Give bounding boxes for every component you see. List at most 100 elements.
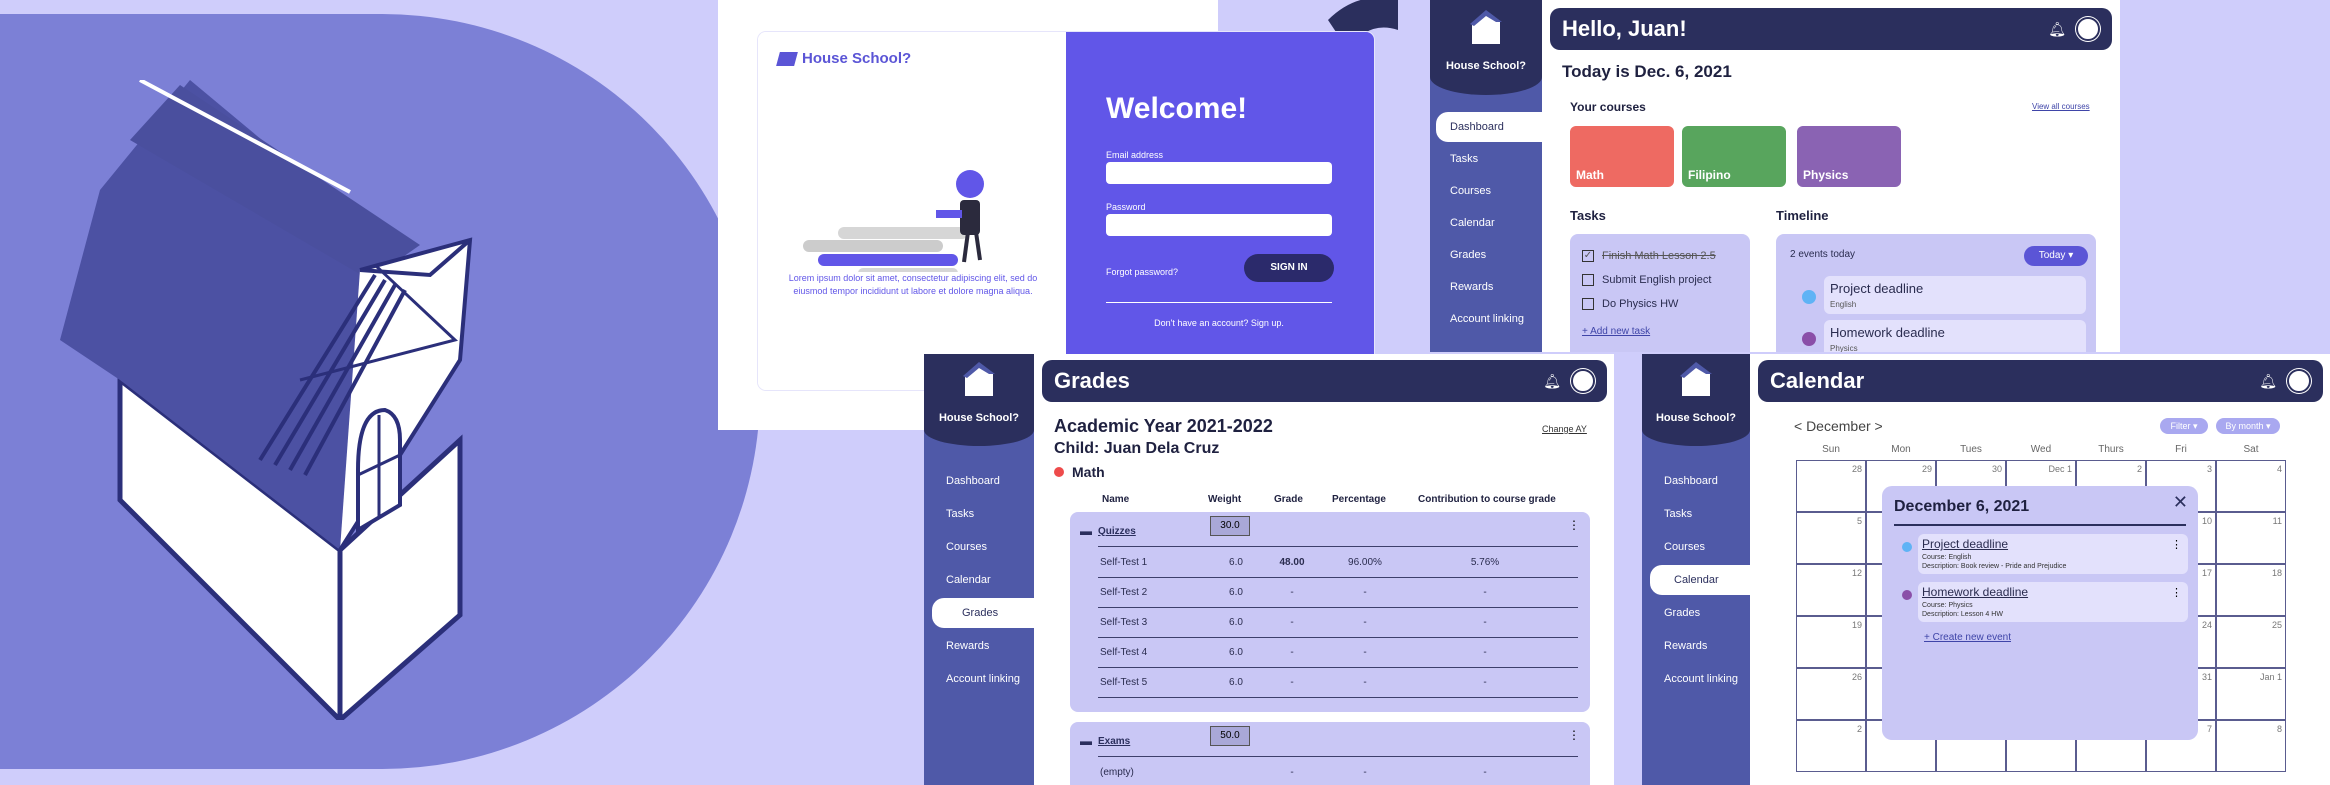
table-cell: 5.76%: [1470, 557, 1500, 568]
sidebar-item-grades[interactable]: Grades: [1436, 240, 1542, 270]
more-vert-icon[interactable]: ⋮: [1568, 728, 1580, 742]
sign-in-button[interactable]: SIGN IN: [1244, 254, 1334, 282]
group-header[interactable]: ▬ Quizzes: [1080, 524, 1136, 538]
sidebar-item-account-linking[interactable]: Account linking: [1650, 664, 1750, 694]
change-ay-link[interactable]: Change AY: [1542, 424, 1587, 434]
password-field[interactable]: [1106, 214, 1332, 236]
bell-icon[interactable]: 🔔︎: [1543, 373, 1561, 390]
divider: [1106, 302, 1332, 303]
calendar-day-cell[interactable]: 19: [1796, 616, 1866, 668]
calendar-day-cell[interactable]: 8: [2216, 720, 2286, 772]
task-item[interactable]: ✓ Finish Math Lesson 2.5: [1582, 250, 1716, 262]
event-item[interactable]: Project deadline Course: English Descrip…: [1918, 534, 2188, 574]
checkbox-icon[interactable]: [1582, 298, 1594, 310]
avatar[interactable]: [2076, 17, 2100, 41]
sidebar-item-tasks[interactable]: Tasks: [932, 499, 1034, 529]
calendar-day-cell[interactable]: 4: [2216, 460, 2286, 512]
table-cell: 6.0: [1229, 617, 1243, 628]
table-row: (empty) - - -: [1098, 758, 1578, 785]
checkbox-checked-icon[interactable]: ✓: [1582, 250, 1594, 262]
view-mode-dropdown[interactable]: By month ▾: [2216, 418, 2280, 434]
forgot-password-link[interactable]: Forgot password?: [1106, 267, 1178, 277]
avatar[interactable]: [1571, 369, 1595, 393]
weekday-label: Thurs: [2098, 444, 2124, 455]
sidebar-item-account-linking[interactable]: Account linking: [932, 664, 1034, 694]
welcome-heading: Welcome!: [1106, 92, 1248, 125]
table-cell: -: [1290, 767, 1294, 778]
calendar-day-cell[interactable]: 25: [2216, 616, 2286, 668]
more-vert-icon[interactable]: ⋮: [2171, 586, 2182, 599]
login-form-panel: Welcome! Email address Password Forgot p…: [1066, 32, 1374, 390]
sign-up-link[interactable]: Don't have an account? Sign up.: [1106, 318, 1332, 328]
house-logo-icon: [776, 51, 798, 66]
checkbox-icon[interactable]: [1582, 274, 1594, 286]
add-task-link[interactable]: + Add new task: [1582, 326, 1650, 337]
table-cell: 6.0: [1229, 647, 1243, 658]
calendar-day-cell[interactable]: 26: [1796, 668, 1866, 720]
today-dropdown[interactable]: Today ▾: [2024, 246, 2088, 266]
col-percentage: Percentage: [1332, 494, 1386, 505]
timeline-event[interactable]: Homework deadline Physics: [1824, 320, 2086, 352]
calendar-day-cell[interactable]: 18: [2216, 564, 2286, 616]
email-field[interactable]: [1106, 162, 1332, 184]
login-lorem: Lorem ipsum dolor sit amet, consectetur …: [788, 273, 1038, 296]
avatar[interactable]: [2287, 369, 2311, 393]
weekday-label: Sun: [1822, 444, 1840, 455]
table-row: Self-Test 2 6.0 - - -: [1098, 578, 1578, 608]
event-dot: [1902, 590, 1912, 600]
create-event-link[interactable]: + Create new event: [1924, 632, 2011, 643]
sidebar-item-rewards[interactable]: Rewards: [1650, 631, 1750, 661]
sidebar-item-dashboard[interactable]: Dashboard: [1436, 112, 1542, 142]
group-header[interactable]: ▬ Exams: [1080, 734, 1130, 748]
close-icon[interactable]: ✕: [2173, 492, 2188, 513]
tasks-title: Tasks: [1570, 208, 1606, 223]
filter-dropdown[interactable]: Filter ▾: [2160, 418, 2208, 434]
calendar-day-cell[interactable]: Jan 1: [2216, 668, 2286, 720]
task-item[interactable]: Submit English project: [1582, 274, 1711, 286]
table-row: Self-Test 1 6.0 48.00 96.00% 5.76%: [1098, 548, 1578, 578]
timeline-title: Timeline: [1776, 208, 1829, 223]
course-label: Math: [1054, 464, 1105, 480]
calendar-day-cell[interactable]: 28: [1796, 460, 1866, 512]
sidebar-item-tasks[interactable]: Tasks: [1650, 499, 1750, 529]
sidebar: House School? Dashboard Tasks Courses Ca…: [1642, 354, 1750, 785]
calendar-day-cell[interactable]: 2: [1796, 720, 1866, 772]
sidebar-item-calendar[interactable]: Calendar: [1650, 565, 1750, 595]
sidebar-item-courses[interactable]: Courses: [1436, 176, 1542, 206]
event-item[interactable]: Homework deadline Course: Physics Descri…: [1918, 582, 2188, 622]
calendar-day-cell[interactable]: 11: [2216, 512, 2286, 564]
calendar-day-cell[interactable]: 12: [1796, 564, 1866, 616]
page-title: Grades: [1054, 368, 1130, 393]
sidebar-item-dashboard[interactable]: Dashboard: [1650, 466, 1750, 496]
sidebar-item-grades[interactable]: Grades: [1650, 598, 1750, 628]
sidebar-item-rewards[interactable]: Rewards: [932, 631, 1034, 661]
table-cell: -: [1290, 617, 1294, 628]
more-vert-icon[interactable]: ⋮: [1568, 518, 1580, 532]
table-cell: -: [1483, 587, 1487, 598]
task-item[interactable]: Do Physics HW: [1582, 298, 1678, 310]
month-switcher[interactable]: < December >: [1794, 418, 1883, 434]
bell-icon[interactable]: 🔔︎: [2259, 373, 2277, 390]
calendar-day-cell[interactable]: 5: [1796, 512, 1866, 564]
course-card-physics[interactable]: Physics: [1797, 126, 1901, 187]
sidebar-item-tasks[interactable]: Tasks: [1436, 144, 1542, 174]
timeline-event[interactable]: Project deadline English: [1824, 276, 2086, 314]
sidebar-item-rewards[interactable]: Rewards: [1436, 272, 1542, 302]
sidebar-item-grades[interactable]: Grades: [932, 598, 1034, 628]
sidebar-item-account-linking[interactable]: Account linking: [1436, 304, 1542, 334]
sidebar-item-courses[interactable]: Courses: [1650, 532, 1750, 562]
sidebar-brand: House School?: [924, 354, 1034, 446]
bell-icon[interactable]: 🔔︎: [2048, 21, 2066, 38]
table-cell: -: [1363, 587, 1367, 598]
course-card-filipino[interactable]: Filipino: [1682, 126, 1786, 187]
sidebar-item-calendar[interactable]: Calendar: [932, 565, 1034, 595]
course-card-math[interactable]: Math: [1570, 126, 1674, 187]
weight-box[interactable]: 30.0: [1210, 516, 1250, 536]
sidebar-item-dashboard[interactable]: Dashboard: [932, 466, 1034, 496]
view-all-courses-link[interactable]: View all courses: [2032, 102, 2090, 111]
sidebar-item-courses[interactable]: Courses: [932, 532, 1034, 562]
sidebar-item-calendar[interactable]: Calendar: [1436, 208, 1542, 238]
more-vert-icon[interactable]: ⋮: [2171, 538, 2182, 551]
folder-icon: ▬: [1080, 734, 1092, 748]
weight-box[interactable]: 50.0: [1210, 726, 1250, 746]
